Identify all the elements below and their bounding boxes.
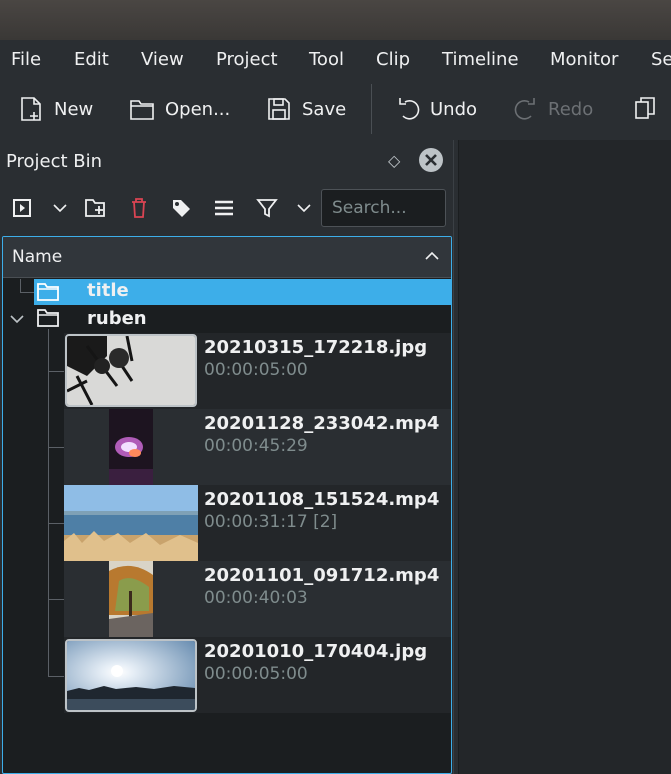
clip-thumbnail <box>109 561 153 637</box>
menu-file[interactable]: File <box>11 49 41 70</box>
tree-line <box>48 523 64 524</box>
undo-button-label: Undo <box>430 98 478 120</box>
clip-name: 20201128_233042.mp4 <box>204 413 440 434</box>
folder-icon <box>37 283 59 301</box>
new-document-icon <box>21 97 41 121</box>
menu-monitor[interactable]: Monitor <box>550 49 618 70</box>
tree-line <box>48 447 64 448</box>
tag-icon[interactable] <box>169 196 193 220</box>
clip-item[interactable]: 20201108_151524.mp4 00:00:31:17 [2] <box>64 485 451 561</box>
toolbar-separator <box>371 84 372 134</box>
main-toolbar: New Open... Save Undo Redo <box>0 78 671 140</box>
filter-chevron-down-icon[interactable] <box>292 196 316 220</box>
menu-view[interactable]: View <box>141 49 184 70</box>
new-button[interactable]: New <box>18 95 93 123</box>
sort-ascending-icon <box>425 251 439 260</box>
add-folder-icon[interactable] <box>84 196 108 220</box>
clip-name: 20201108_151524.mp4 <box>204 489 440 510</box>
filter-icon[interactable] <box>255 196 279 220</box>
tree-line <box>48 329 49 677</box>
clip-name: 20201101_091712.mp4 <box>204 565 440 586</box>
clip-duration: 00:00:31:17 [2] <box>204 512 338 532</box>
float-panel-icon[interactable]: ◇ <box>388 151 400 170</box>
redo-button[interactable]: Redo <box>514 95 593 123</box>
clip-thumbnail <box>109 409 153 485</box>
bin-toolbar <box>0 184 453 234</box>
folder-label-title: title <box>87 280 129 301</box>
chevron-down-icon[interactable] <box>48 196 72 220</box>
tree-line <box>20 279 21 293</box>
clip-thumbnail <box>64 485 198 561</box>
undo-button[interactable]: Undo <box>396 95 477 123</box>
clip-duration: 00:00:05:00 <box>204 360 308 380</box>
clip-tree[interactable]: Name title ruben 20210315_172218.jpg 00:… <box>2 236 452 774</box>
expand-chevron-icon[interactable] <box>9 311 25 327</box>
close-panel-icon[interactable] <box>419 148 443 172</box>
menu-bar: File Edit View Project Tool Clip Timelin… <box>0 40 671 78</box>
menu-timeline[interactable]: Timeline <box>442 49 519 70</box>
project-bin-panel: Project Bin ◇ Name <box>0 140 453 774</box>
panel-title: Project Bin <box>6 151 103 172</box>
delete-icon[interactable] <box>127 196 151 220</box>
redo-button-label: Redo <box>548 98 594 120</box>
open-button[interactable]: Open... <box>129 95 230 123</box>
clip-duration: 00:00:05:00 <box>204 664 308 684</box>
menu-edit[interactable]: Edit <box>74 49 109 70</box>
folder-label-ruben[interactable]: ruben <box>87 308 147 329</box>
menu-project[interactable]: Project <box>216 49 278 70</box>
column-header-label: Name <box>12 247 63 267</box>
undo-icon <box>399 98 420 120</box>
save-button[interactable]: Save <box>266 95 346 123</box>
menu-clip[interactable]: Clip <box>376 49 410 70</box>
open-button-label: Open... <box>165 98 231 120</box>
save-button-label: Save <box>302 98 347 120</box>
column-header-name[interactable]: Name <box>3 237 451 278</box>
add-clip-icon[interactable] <box>10 196 34 220</box>
clip-item[interactable]: 20201128_233042.mp4 00:00:45:29 <box>64 409 451 485</box>
copy-button[interactable] <box>633 95 669 123</box>
clip-item[interactable]: 20201101_091712.mp4 00:00:40:03 <box>64 561 451 637</box>
redo-icon <box>514 98 535 120</box>
clip-name: 20201010_170404.jpg <box>204 641 428 662</box>
window-titlebar <box>0 0 671 40</box>
new-button-label: New <box>54 98 94 120</box>
clip-duration: 00:00:40:03 <box>204 588 308 608</box>
folder-open-icon <box>130 100 154 120</box>
clip-thumbnail <box>65 639 197 712</box>
menu-tool[interactable]: Tool <box>309 49 344 70</box>
list-view-icon[interactable] <box>212 196 236 220</box>
save-icon <box>268 98 290 120</box>
monitor-area <box>458 140 671 774</box>
search-input[interactable] <box>321 189 446 227</box>
folder-icon <box>37 309 59 327</box>
tree-line <box>48 371 64 372</box>
tree-line <box>20 292 34 293</box>
copy-icon <box>635 97 655 119</box>
tree-line <box>48 599 64 600</box>
tree-line <box>48 676 64 677</box>
clip-item[interactable]: 20201010_170404.jpg 00:00:05:00 <box>64 637 451 713</box>
menu-settings[interactable]: Se <box>651 49 671 70</box>
clip-item[interactable]: 20210315_172218.jpg 00:00:05:00 <box>64 333 451 409</box>
clip-duration: 00:00:45:29 <box>204 436 308 456</box>
clip-thumbnail <box>65 334 197 407</box>
clip-name: 20210315_172218.jpg <box>204 337 428 358</box>
